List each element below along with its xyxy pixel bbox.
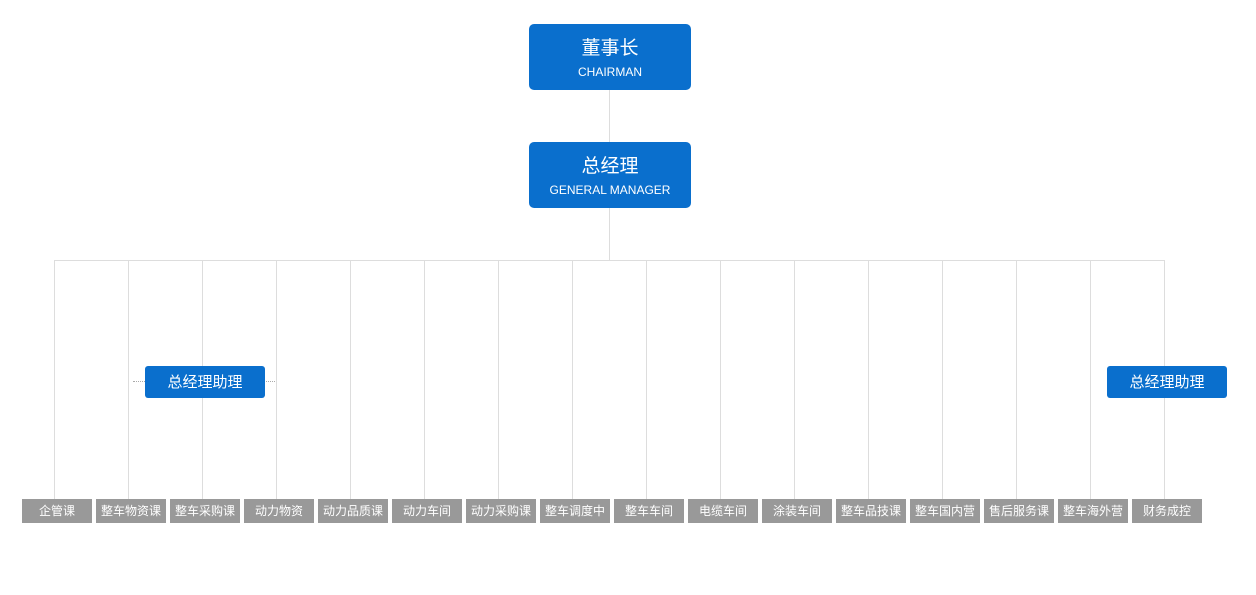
assistant-box-right[interactable]: 总经理助理 xyxy=(1107,366,1227,398)
department-box[interactable]: 售后服务课 xyxy=(984,499,1054,523)
department-connector xyxy=(868,260,869,499)
department-box[interactable]: 整车物资课 xyxy=(96,499,166,523)
department-box[interactable]: 整车采购课 xyxy=(170,499,240,523)
department-box[interactable]: 动力品质课 xyxy=(318,499,388,523)
chairman-box[interactable]: 董事长 CHAIRMAN xyxy=(529,24,691,90)
department-connector xyxy=(572,260,573,499)
department-box[interactable]: 整车车间 xyxy=(614,499,684,523)
department-connector xyxy=(276,260,277,499)
department-box[interactable]: 涂装车间 xyxy=(762,499,832,523)
department-box[interactable]: 财务成控 xyxy=(1132,499,1202,523)
connector-gm-departments xyxy=(609,208,610,260)
department-box[interactable]: 整车调度中 xyxy=(540,499,610,523)
department-box[interactable]: 动力采购课 xyxy=(466,499,536,523)
department-box[interactable]: 电缆车间 xyxy=(688,499,758,523)
department-connector xyxy=(128,260,129,499)
department-connector xyxy=(1090,260,1091,499)
department-box[interactable]: 动力车间 xyxy=(392,499,462,523)
department-connector xyxy=(350,260,351,499)
department-connector xyxy=(54,260,55,499)
department-box[interactable]: 整车海外营 xyxy=(1058,499,1128,523)
department-box[interactable]: 整车品技课 xyxy=(836,499,906,523)
department-connector xyxy=(1016,260,1017,499)
general-manager-box[interactable]: 总经理 GENERAL MANAGER xyxy=(529,142,691,208)
general-manager-title-en: GENERAL MANAGER xyxy=(549,183,671,197)
department-connector xyxy=(942,260,943,499)
department-box[interactable]: 整车国内营 xyxy=(910,499,980,523)
department-connector xyxy=(794,260,795,499)
department-connector xyxy=(498,260,499,499)
connector-chairman-gm xyxy=(609,90,610,142)
department-box[interactable]: 动力物资 xyxy=(244,499,314,523)
department-connector xyxy=(720,260,721,499)
assistant-box-left[interactable]: 总经理助理 xyxy=(145,366,265,398)
connector-department-bus xyxy=(54,260,1165,261)
department-box[interactable]: 企管课 xyxy=(22,499,92,523)
chairman-title-en: CHAIRMAN xyxy=(577,65,642,79)
chairman-title-zh: 董事长 xyxy=(581,37,639,59)
general-manager-title-zh: 总经理 xyxy=(581,155,639,177)
department-connector xyxy=(424,260,425,499)
department-connector xyxy=(646,260,647,499)
